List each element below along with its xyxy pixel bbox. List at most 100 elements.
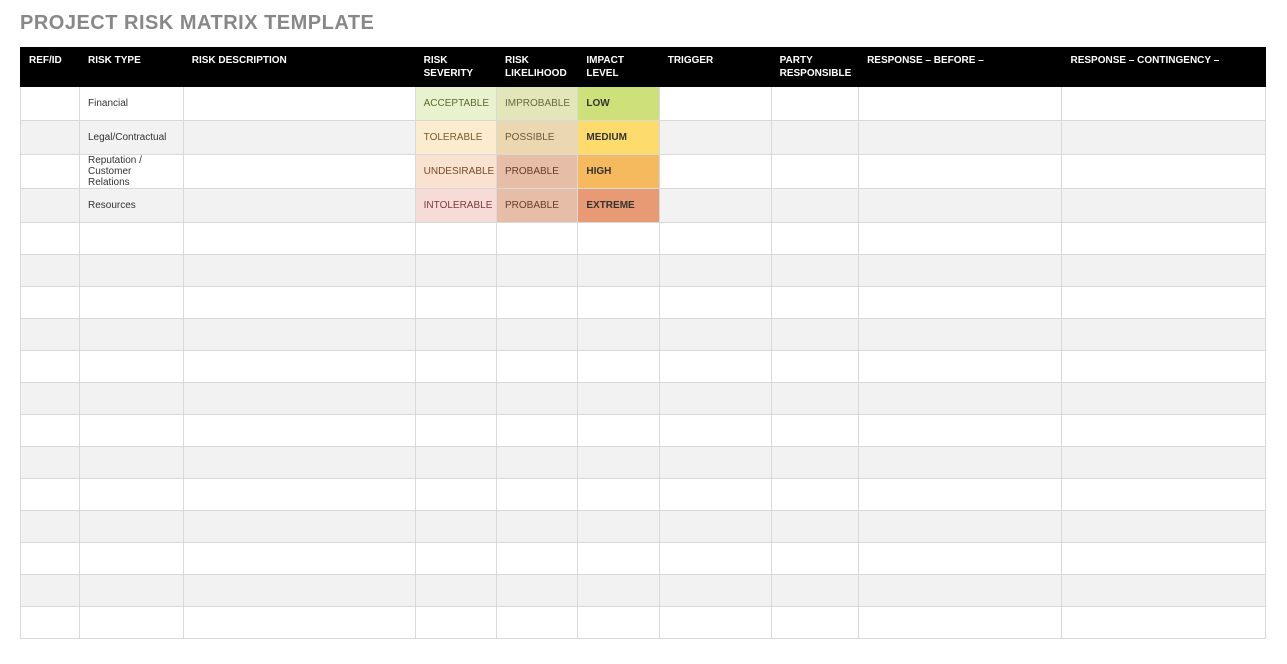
cell-party[interactable] <box>771 479 858 511</box>
cell-before[interactable] <box>859 607 1062 639</box>
cell-riskdesc[interactable] <box>183 155 415 189</box>
cell-conting[interactable] <box>1062 479 1266 511</box>
cell-likelihood[interactable] <box>497 351 578 383</box>
cell-risktype[interactable] <box>79 319 183 351</box>
cell-riskdesc[interactable] <box>183 223 415 255</box>
cell-impact[interactable]: EXTREME <box>578 189 659 223</box>
cell-refid[interactable] <box>21 319 80 351</box>
cell-risktype[interactable]: Legal/Contractual <box>79 121 183 155</box>
cell-party[interactable] <box>771 87 858 121</box>
cell-likelihood[interactable]: PROBABLE <box>497 189 578 223</box>
cell-trigger[interactable] <box>659 383 771 415</box>
cell-refid[interactable] <box>21 287 80 319</box>
cell-refid[interactable] <box>21 255 80 287</box>
cell-risktype[interactable] <box>79 287 183 319</box>
cell-party[interactable] <box>771 607 858 639</box>
cell-severity[interactable] <box>415 511 496 543</box>
cell-likelihood[interactable] <box>497 543 578 575</box>
cell-party[interactable] <box>771 189 858 223</box>
cell-likelihood[interactable] <box>497 319 578 351</box>
cell-risktype[interactable] <box>79 383 183 415</box>
cell-trigger[interactable] <box>659 319 771 351</box>
cell-risktype[interactable] <box>79 415 183 447</box>
cell-conting[interactable] <box>1062 155 1266 189</box>
cell-impact[interactable] <box>578 607 659 639</box>
cell-impact[interactable] <box>578 575 659 607</box>
cell-refid[interactable] <box>21 121 80 155</box>
cell-conting[interactable] <box>1062 607 1266 639</box>
cell-trigger[interactable] <box>659 415 771 447</box>
cell-impact[interactable] <box>578 223 659 255</box>
cell-risktype[interactable]: Resources <box>79 189 183 223</box>
cell-riskdesc[interactable] <box>183 189 415 223</box>
cell-before[interactable] <box>859 87 1062 121</box>
cell-party[interactable] <box>771 223 858 255</box>
cell-risktype[interactable] <box>79 575 183 607</box>
cell-conting[interactable] <box>1062 543 1266 575</box>
cell-before[interactable] <box>859 121 1062 155</box>
cell-riskdesc[interactable] <box>183 383 415 415</box>
cell-refid[interactable] <box>21 479 80 511</box>
cell-trigger[interactable] <box>659 607 771 639</box>
cell-impact[interactable] <box>578 383 659 415</box>
cell-impact[interactable] <box>578 543 659 575</box>
cell-trigger[interactable] <box>659 155 771 189</box>
cell-severity[interactable] <box>415 415 496 447</box>
cell-conting[interactable] <box>1062 121 1266 155</box>
cell-refid[interactable] <box>21 543 80 575</box>
cell-refid[interactable] <box>21 189 80 223</box>
cell-before[interactable] <box>859 415 1062 447</box>
cell-conting[interactable] <box>1062 511 1266 543</box>
cell-likelihood[interactable] <box>497 287 578 319</box>
cell-severity[interactable] <box>415 575 496 607</box>
cell-riskdesc[interactable] <box>183 415 415 447</box>
cell-refid[interactable] <box>21 575 80 607</box>
cell-riskdesc[interactable] <box>183 447 415 479</box>
cell-risktype[interactable]: Financial <box>79 87 183 121</box>
cell-risktype[interactable] <box>79 479 183 511</box>
cell-severity[interactable] <box>415 543 496 575</box>
cell-likelihood[interactable] <box>497 479 578 511</box>
cell-refid[interactable] <box>21 87 80 121</box>
cell-risktype[interactable] <box>79 351 183 383</box>
cell-before[interactable] <box>859 383 1062 415</box>
cell-severity[interactable] <box>415 447 496 479</box>
cell-conting[interactable] <box>1062 223 1266 255</box>
cell-riskdesc[interactable] <box>183 575 415 607</box>
cell-impact[interactable] <box>578 319 659 351</box>
cell-conting[interactable] <box>1062 287 1266 319</box>
cell-risktype[interactable] <box>79 511 183 543</box>
cell-impact[interactable] <box>578 511 659 543</box>
cell-before[interactable] <box>859 479 1062 511</box>
cell-likelihood[interactable] <box>497 511 578 543</box>
cell-before[interactable] <box>859 287 1062 319</box>
cell-severity[interactable] <box>415 383 496 415</box>
cell-risktype[interactable] <box>79 223 183 255</box>
cell-risktype[interactable] <box>79 255 183 287</box>
cell-trigger[interactable] <box>659 543 771 575</box>
cell-severity[interactable]: TOLERABLE <box>415 121 496 155</box>
cell-party[interactable] <box>771 575 858 607</box>
cell-party[interactable] <box>771 155 858 189</box>
cell-party[interactable] <box>771 351 858 383</box>
cell-conting[interactable] <box>1062 87 1266 121</box>
cell-refid[interactable] <box>21 383 80 415</box>
cell-trigger[interactable] <box>659 287 771 319</box>
cell-severity[interactable] <box>415 319 496 351</box>
cell-impact[interactable] <box>578 255 659 287</box>
cell-trigger[interactable] <box>659 575 771 607</box>
cell-likelihood[interactable] <box>497 383 578 415</box>
cell-likelihood[interactable] <box>497 607 578 639</box>
cell-impact[interactable] <box>578 415 659 447</box>
cell-trigger[interactable] <box>659 447 771 479</box>
cell-party[interactable] <box>771 255 858 287</box>
cell-likelihood[interactable] <box>497 415 578 447</box>
cell-trigger[interactable] <box>659 479 771 511</box>
cell-before[interactable] <box>859 189 1062 223</box>
cell-party[interactable] <box>771 543 858 575</box>
cell-conting[interactable] <box>1062 383 1266 415</box>
cell-risktype[interactable] <box>79 543 183 575</box>
cell-trigger[interactable] <box>659 351 771 383</box>
cell-conting[interactable] <box>1062 575 1266 607</box>
cell-likelihood[interactable] <box>497 255 578 287</box>
